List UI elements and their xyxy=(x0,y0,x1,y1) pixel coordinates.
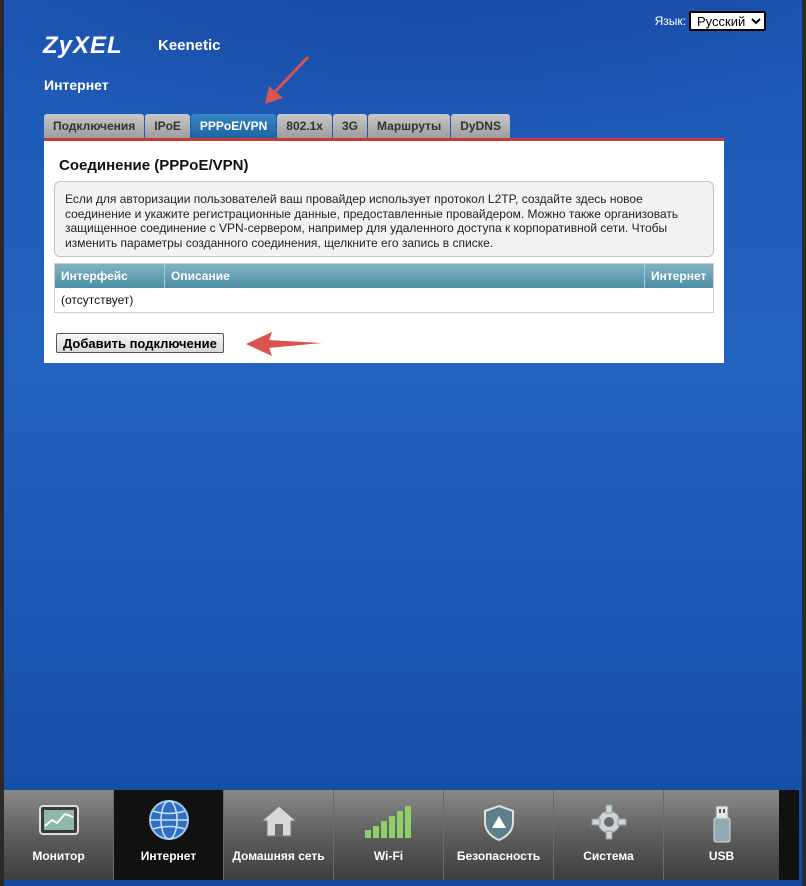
nav-usb[interactable]: USB xyxy=(664,790,779,880)
bottom-navigation: Монитор Интернет Домашняя сеть Wi-Fi Без… xyxy=(4,790,799,880)
add-connection-button[interactable]: Добавить подключение xyxy=(56,333,224,353)
nav-label: Безопасность xyxy=(456,849,541,863)
nav-monitor[interactable]: Монитор xyxy=(4,790,114,880)
nav-security[interactable]: Безопасность xyxy=(444,790,554,880)
usb-icon xyxy=(713,805,730,843)
nav-wifi[interactable]: Wi-Fi xyxy=(334,790,444,880)
monitor-icon xyxy=(38,805,79,835)
language-selector: Язык: Русский xyxy=(655,11,766,31)
nav-label: Монитор xyxy=(32,849,85,863)
nav-system[interactable]: Система xyxy=(554,790,664,880)
tab-routes[interactable]: Маршруты xyxy=(368,114,451,138)
column-interface: Интерфейс xyxy=(55,264,165,288)
tab-connections[interactable]: Подключения xyxy=(44,114,145,138)
nav-label: Wi-Fi xyxy=(373,849,404,863)
language-select[interactable]: Русский xyxy=(689,11,766,31)
globe-icon xyxy=(148,800,189,840)
column-description: Описание xyxy=(165,264,645,288)
language-label: Язык: xyxy=(654,14,686,28)
page-title: Интернет xyxy=(44,77,109,93)
tab-3g[interactable]: 3G xyxy=(332,114,367,138)
tab-pppoe-vpn[interactable]: PPPoE/VPN xyxy=(190,114,277,138)
connections-table: Интерфейс Описание Интернет (отсутствует… xyxy=(54,263,714,313)
table-header: Интерфейс Описание Интернет xyxy=(55,264,713,288)
tab-8021x[interactable]: 802.1x xyxy=(277,114,332,138)
home-icon xyxy=(260,805,297,837)
nav-home-network[interactable]: Домашняя сеть xyxy=(224,790,334,880)
shield-icon xyxy=(483,804,514,842)
zyxel-logo: ZyXEL xyxy=(43,32,123,59)
column-internet: Интернет xyxy=(651,269,707,283)
gear-icon xyxy=(591,804,626,840)
tab-ipoe[interactable]: IPoE xyxy=(145,114,190,138)
product-name: Keenetic xyxy=(158,37,221,54)
nav-label: Домашняя сеть xyxy=(232,849,325,863)
tab-bar: Подключения IPoE PPPoE/VPN 802.1x 3G Мар… xyxy=(44,114,510,138)
nav-label: USB xyxy=(708,849,735,863)
nav-label: Интернет xyxy=(140,849,197,863)
panel-title: Соединение (PPPoE/VPN) xyxy=(59,157,249,174)
wifi-signal-icon xyxy=(364,806,411,838)
info-box: Если для авторизации пользователей ваш п… xyxy=(54,181,714,257)
nav-internet[interactable]: Интернет xyxy=(114,790,224,880)
nav-label: Система xyxy=(583,849,634,863)
content-panel: Соединение (PPPoE/VPN) Если для авториза… xyxy=(44,141,724,363)
tab-dydns[interactable]: DyDNS xyxy=(451,114,510,138)
table-row: (отсутствует) xyxy=(61,293,134,307)
